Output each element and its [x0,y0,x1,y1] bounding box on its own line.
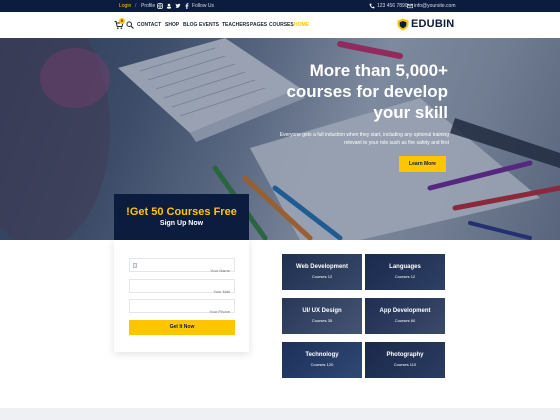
nav-pages[interactable]: PAGES [250,22,267,28]
signup-subtitle: Sign Up Now [159,220,204,227]
course-name: Technology [305,352,339,358]
nav-blog[interactable]: BLOG [183,22,197,28]
tile-overlay [282,298,362,334]
hero-description: Everyone gets a full induction when they… [279,132,449,146]
nav-contact[interactable]: CONTACT [137,22,161,28]
nav-shop[interactable]: SHOP [165,22,179,28]
course-count: Courses 12 [394,274,416,279]
follow-us-label: Follow Us [192,3,214,9]
nav-teachers[interactable]: TEACHERS [222,22,250,28]
next-section-strip [0,408,560,420]
main-navbar: 0 CONTACT SHOP BLOG EVENTS TEACHERS PAGE… [0,12,560,38]
hero-heading: More than 5,000+ courses for develop you… [238,60,448,123]
course-name: Languages [389,264,421,270]
edubin-logo-icon[interactable] [397,18,409,31]
hero-heading-line-2: courses for develop [286,82,448,101]
name-field-wrapper [129,258,235,277]
course-tile-app-development[interactable]: App Development Courses 60 [365,298,445,334]
course-count: Courses 12 [311,274,333,279]
hero-heading-line-3: your skill [373,103,448,122]
course-count: Courses 120 [310,362,334,367]
course-count: Courses 35 [311,318,333,323]
email-address[interactable]: info@yoursite.com [414,3,455,9]
top-bar: Login / Profile Follow Us 123 456 7890 i… [0,0,560,12]
mail-field-wrapper [129,279,235,298]
nav-courses[interactable]: COURSES [269,22,294,28]
mail-icon [407,3,413,9]
course-name: UI/ UX Design [302,308,342,314]
mail-input[interactable] [130,285,234,298]
course-name: App Development [379,308,431,314]
get-it-now-button[interactable]: Get It Now [129,320,235,335]
course-name: Photography [386,352,424,358]
course-name: Web Development [296,264,348,270]
twitter-icon[interactable] [175,3,181,9]
name-input[interactable] [130,264,234,277]
hero-banner: More than 5,000+ courses for develop you… [0,38,560,240]
course-tile-web-development[interactable]: Web Development Courses 12 [282,254,362,290]
login-link[interactable]: Login [119,3,131,9]
course-tile-ui-ux-design[interactable]: UI/ UX Design Courses 35 [282,298,362,334]
signup-title: !Get 50 Courses Free [126,206,237,218]
tile-overlay [365,254,445,290]
signup-form: Get It Now [114,240,249,352]
signup-card-header: !Get 50 Courses Free Sign Up Now [114,194,249,240]
hero-heading-line-1: More than 5,000+ [309,61,448,80]
course-tile-photography[interactable]: Photography Courses 110 [365,342,445,378]
phone-icon [369,3,375,9]
tile-overlay [282,254,362,290]
learn-more-button[interactable]: Learn More [399,156,446,172]
topbar-divider: / [135,3,137,9]
instagram-icon[interactable] [157,3,163,9]
course-tile-languages[interactable]: Languages Courses 12 [365,254,445,290]
social-icon[interactable] [166,3,172,9]
profile-link[interactable]: Profile [141,3,155,9]
facebook-icon[interactable] [184,3,190,9]
nav-home[interactable]: HOME [294,22,309,28]
tile-overlay [365,298,445,334]
phone-input[interactable] [130,305,234,318]
phone-number[interactable]: 123 456 7890 [377,3,408,9]
cart-count-badge: 0 [119,18,125,24]
course-count: Courses 110 [393,362,417,367]
course-count: Courses 60 [394,318,416,323]
user-icon [133,263,137,268]
nav-events[interactable]: EVENTS [199,22,219,28]
search-icon[interactable] [126,21,134,29]
phone-field-wrapper [129,299,235,318]
tile-overlay [365,342,445,378]
tile-overlay [282,342,362,378]
logo-text[interactable]: EDUBIN [411,18,454,30]
course-tile-technology[interactable]: Technology Courses 120 [282,342,362,378]
